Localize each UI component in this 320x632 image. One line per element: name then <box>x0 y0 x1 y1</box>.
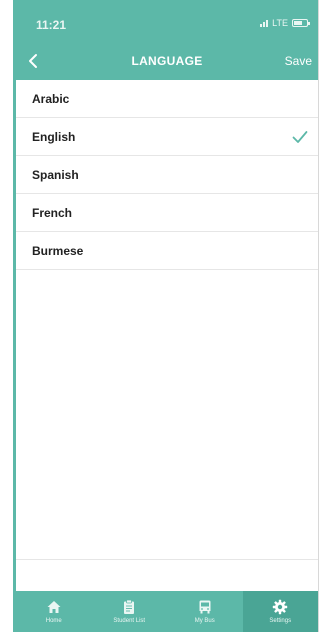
tab-bar: Home Student List My Bus Settings <box>16 591 318 632</box>
gear-icon <box>273 599 288 615</box>
clipboard-icon <box>124 599 135 614</box>
header: 11:21 LTE LANGUAGE Save <box>16 0 318 80</box>
status-indicators: LTE <box>260 18 310 28</box>
battery-icon <box>292 19 310 27</box>
language-item-spanish[interactable]: Spanish <box>16 156 318 194</box>
phone-screen: 11:21 LTE LANGUAGE Save Arabic English S… <box>13 0 319 632</box>
divider <box>16 559 318 560</box>
signal-icon <box>260 19 269 27</box>
save-button[interactable]: Save <box>285 54 312 68</box>
bus-icon <box>199 600 211 614</box>
network-label: LTE <box>272 18 288 28</box>
language-item-burmese[interactable]: Burmese <box>16 232 318 270</box>
nav-bar: LANGUAGE Save <box>16 46 318 76</box>
home-icon <box>47 601 61 613</box>
language-label: Spanish <box>32 167 79 182</box>
language-item-english[interactable]: English <box>16 118 318 156</box>
language-item-arabic[interactable]: Arabic <box>16 80 318 118</box>
checkmark-icon <box>292 130 308 143</box>
tab-label: Student List <box>113 618 146 624</box>
language-label: French <box>32 205 73 220</box>
language-label: Arabic <box>32 91 70 106</box>
language-label: English <box>32 129 76 144</box>
tab-label: Home <box>45 618 62 624</box>
tab-home[interactable]: Home <box>16 591 92 632</box>
status-bar: 11:21 LTE <box>16 0 318 40</box>
tab-settings[interactable]: Settings <box>242 591 318 632</box>
tab-label: My Bus <box>194 618 215 624</box>
page-title: LANGUAGE <box>131 54 203 68</box>
tab-my-bus[interactable]: My Bus <box>167 591 243 632</box>
language-list: Arabic English Spanish French Burmese <box>16 80 318 270</box>
status-time: 11:21 <box>36 18 67 32</box>
tab-student-list[interactable]: Student List <box>92 591 168 632</box>
tab-label: Settings <box>269 618 292 624</box>
language-label: Burmese <box>32 243 84 258</box>
language-item-french[interactable]: French <box>16 194 318 232</box>
